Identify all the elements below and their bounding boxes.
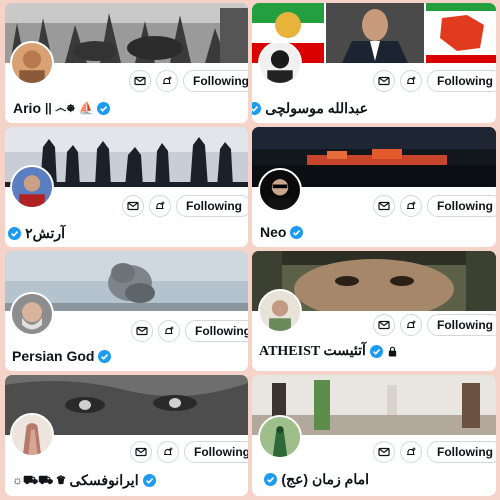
- notify-button[interactable]: [400, 441, 422, 463]
- notify-button[interactable]: [400, 314, 422, 336]
- following-button[interactable]: Following: [185, 320, 248, 342]
- avatar[interactable]: [10, 292, 54, 336]
- name-suffix: || ෴☸ ⛵: [45, 100, 94, 115]
- verified-badge-icon: [369, 345, 383, 358]
- profile-card[interactable]: Following Neo: [252, 127, 496, 247]
- bell-plus-icon: [407, 447, 416, 456]
- following-button[interactable]: Following: [427, 70, 496, 92]
- following-button[interactable]: Following: [176, 195, 248, 217]
- envelope-icon: [378, 76, 390, 86]
- profile-card[interactable]: Following ATHEIST آتئیست: [252, 251, 496, 371]
- message-button[interactable]: [122, 195, 144, 217]
- following-button[interactable]: Following: [427, 195, 496, 217]
- envelope-icon: [127, 201, 139, 211]
- envelope-icon: [135, 447, 147, 457]
- bell-plus-icon: [164, 447, 173, 456]
- message-button[interactable]: [373, 195, 395, 217]
- envelope-icon: [134, 76, 146, 86]
- following-button[interactable]: Following: [427, 314, 496, 336]
- following-button[interactable]: Following: [183, 70, 248, 92]
- envelope-icon: [378, 201, 390, 211]
- message-button[interactable]: [373, 314, 395, 336]
- display-name: Neo: [260, 224, 287, 240]
- verified-badge-icon: [98, 349, 112, 363]
- profile-card[interactable]: Following Ario || ෴☸ ⛵: [5, 3, 248, 123]
- name-suffix: ☼⛟⛟ ♛: [12, 472, 66, 487]
- display-name: امام زمان (عج): [281, 471, 369, 487]
- display-name: ATHEIST آتئیست: [259, 344, 366, 359]
- notify-button[interactable]: [156, 70, 178, 92]
- avatar[interactable]: [10, 41, 54, 85]
- profile-card[interactable]: Following Persian God: [5, 251, 248, 371]
- notify-button[interactable]: [400, 70, 422, 92]
- bell-plus-icon: [156, 201, 165, 210]
- profile-card[interactable]: Following ☼⛟⛟ ♛ ایرانوفسکی: [5, 375, 248, 496]
- bell-plus-icon: [407, 76, 416, 85]
- message-button[interactable]: [373, 70, 395, 92]
- display-name: Ario: [13, 100, 41, 116]
- bell-plus-icon: [407, 320, 416, 329]
- envelope-icon: [378, 320, 390, 330]
- following-button[interactable]: Following: [427, 441, 496, 463]
- envelope-icon: [378, 447, 390, 457]
- bell-plus-icon: [163, 76, 172, 85]
- notify-button[interactable]: [158, 320, 180, 342]
- notify-button[interactable]: [157, 441, 179, 463]
- profile-card[interactable]: Following عبدالله موسولچی: [252, 3, 496, 123]
- display-name: ایرانوفسکی: [69, 472, 139, 488]
- avatar[interactable]: [10, 165, 54, 209]
- envelope-icon: [136, 326, 148, 336]
- avatar[interactable]: [258, 415, 302, 459]
- message-button[interactable]: [131, 320, 153, 342]
- message-button[interactable]: [373, 441, 395, 463]
- message-button[interactable]: [129, 70, 151, 92]
- verified-badge-icon: [264, 473, 278, 486]
- avatar[interactable]: [10, 413, 54, 457]
- verified-badge-icon: [252, 102, 262, 115]
- display-name: آرتش۲: [25, 225, 65, 241]
- lock-icon: [388, 346, 397, 357]
- verified-badge-icon: [290, 225, 304, 239]
- message-button[interactable]: [130, 441, 152, 463]
- following-button[interactable]: Following: [184, 441, 248, 463]
- display-name: Persian God: [12, 348, 95, 364]
- avatar[interactable]: [258, 168, 302, 212]
- bell-plus-icon: [407, 201, 416, 210]
- verified-badge-icon: [97, 101, 111, 115]
- profile-card[interactable]: Following آرتش۲: [5, 127, 248, 247]
- bell-plus-icon: [165, 326, 174, 335]
- notify-button[interactable]: [400, 195, 422, 217]
- notify-button[interactable]: [149, 195, 171, 217]
- verified-badge-icon: [142, 474, 156, 487]
- avatar[interactable]: [258, 41, 302, 85]
- verified-badge-icon: [8, 227, 22, 240]
- profile-card[interactable]: Following امام زمان (عج): [252, 375, 496, 496]
- display-name: عبدالله موسولچی: [265, 100, 368, 116]
- avatar[interactable]: [258, 289, 302, 333]
